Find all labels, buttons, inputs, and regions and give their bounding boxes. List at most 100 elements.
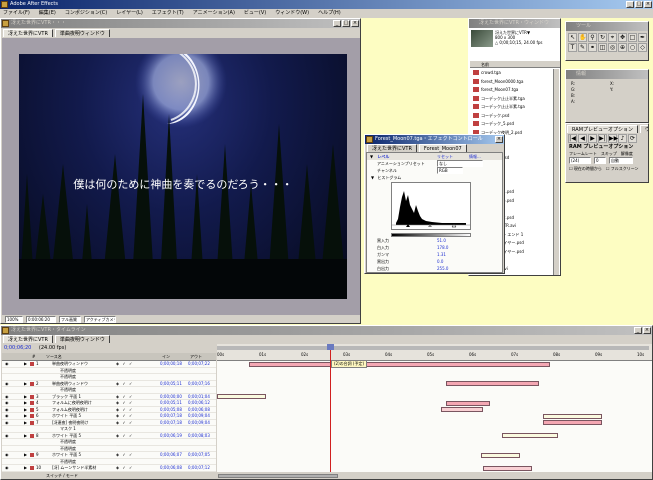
menu-effect[interactable]: エフェクト(T) — [152, 9, 184, 18]
label-color-swatch[interactable] — [30, 401, 34, 405]
layer-in-point[interactable]: 0;00;07;18 — [160, 413, 182, 419]
hand-tool-icon[interactable]: ✋ — [578, 33, 587, 42]
layer-name[interactable]: 単曲夜明ウィンドウ — [52, 381, 88, 387]
visibility-eye-icon[interactable]: ◉ — [5, 413, 9, 419]
visibility-eye-icon[interactable]: ◉ — [5, 452, 9, 458]
menu-file[interactable]: ファイル(F) — [3, 9, 30, 18]
layer-switches[interactable]: ◈ ✓ ✓ — [116, 420, 133, 426]
tab-comp-main[interactable]: 冴えた世界にVTR — [3, 29, 53, 37]
property-name[interactable]: マスク 1 — [60, 426, 76, 432]
expand-triangle-icon[interactable]: ▶ — [24, 413, 27, 419]
tab-effect-layer[interactable]: Forest_Moon07 — [418, 144, 467, 152]
layer-out-point[interactable]: 0;00;09;04 — [188, 420, 210, 426]
layer-in-point[interactable]: 0;00;07;18 — [160, 420, 182, 426]
layer-out-point[interactable]: 0;00;06;12 — [188, 400, 210, 406]
timeline-close-button[interactable]: × — [643, 327, 651, 334]
brush-tool-icon[interactable]: ✎ — [578, 43, 587, 52]
label-color-swatch[interactable] — [30, 394, 34, 399]
effect-close-button[interactable]: × — [495, 136, 503, 143]
track-tool-icon[interactable]: ⊕ — [618, 43, 627, 52]
rotate-tool-icon[interactable]: ↻ — [598, 33, 607, 42]
layer-out-point[interactable]: 0;00;01;04 — [188, 394, 210, 400]
levels-output-white-value[interactable]: 255.0 — [437, 265, 448, 272]
camera-tool-icon[interactable]: ⌖ — [608, 33, 617, 42]
switches-modes-toggle[interactable]: スイッチ / モード — [46, 472, 78, 479]
menu-help[interactable]: ヘルプ(H) — [318, 9, 341, 18]
layer-duration-bar[interactable] — [217, 394, 266, 399]
layer-switches[interactable]: ◈ ✓ ✓ — [116, 465, 133, 471]
levels-channel-dropdown[interactable]: RGB — [437, 167, 463, 174]
layer-out-point[interactable]: 0;00;06;08 — [188, 407, 210, 413]
label-color-swatch[interactable] — [30, 433, 34, 438]
visibility-eye-icon[interactable]: ◉ — [5, 394, 9, 400]
project-item[interactable]: コーデック止止半素.tga — [470, 95, 554, 102]
prev-frame-icon[interactable]: ◀ — [578, 134, 587, 143]
from-current-checkbox[interactable]: ☐ 現在の時間から — [569, 165, 602, 172]
maximize-button[interactable]: □ — [635, 1, 643, 8]
zoom-tool-icon[interactable]: ⚲ — [588, 33, 597, 42]
shape-tool-icon[interactable]: ○ — [628, 43, 637, 52]
timeline-zoom-slider[interactable] — [218, 474, 338, 478]
tab-timeline-window[interactable]: 単曲夜明ウィンドウ — [54, 335, 110, 343]
tab-effect-comp[interactable]: 冴えた世界にVTR — [367, 144, 417, 152]
label-color-swatch[interactable] — [30, 362, 34, 366]
layer-duration-bar[interactable] — [446, 400, 490, 406]
skip-input[interactable]: 0 — [594, 157, 606, 164]
comp-close-button[interactable]: × — [351, 20, 359, 27]
menu-layer[interactable]: レイヤー(L) — [116, 9, 143, 18]
visibility-eye-icon[interactable]: ◉ — [5, 400, 9, 406]
layer-name[interactable]: ホワイト 平面 5 — [52, 452, 81, 458]
property-name[interactable]: 不透明度 — [60, 446, 76, 452]
layer-duration-bar[interactable] — [542, 413, 602, 419]
layer-out-point[interactable]: 0;00;07;22 — [188, 361, 210, 367]
project-item[interactable]: コーデック止止半素.tga — [470, 103, 554, 110]
resolution-dropdown[interactable]: 自動 — [609, 157, 633, 164]
layer-switches[interactable]: ◈ ✓ ✓ — [116, 381, 133, 387]
tab-web-browser[interactable]: ウェブブラウザ — [639, 125, 648, 133]
next-frame-icon[interactable]: ▶| — [598, 134, 607, 143]
layer-duration-bar[interactable] — [441, 407, 483, 412]
effect-toggle-icon[interactable]: ▼ — [370, 154, 373, 159]
quality-dropdown[interactable]: フル画質 — [59, 316, 81, 323]
layer-duration-bar[interactable] — [542, 420, 602, 425]
expand-triangle-icon[interactable]: ▶ — [24, 420, 27, 426]
layer-out-point[interactable]: 0;00;07;05 — [188, 452, 210, 458]
layer-name[interactable]: [冴連夜] 夜明夜明け — [52, 420, 88, 426]
layer-name[interactable]: 単曲夜明ウィンドウ — [52, 361, 88, 367]
loop-icon[interactable]: ⟳ — [628, 134, 637, 143]
first-frame-icon[interactable]: |◀ — [568, 134, 577, 143]
layer-switches[interactable]: ◈ ✓ ✓ — [116, 394, 133, 400]
zoom-dropdown[interactable]: 100% — [5, 316, 23, 323]
timeline-ruler[interactable]: 00s 01s 02s 03s 04s 05s 06s 07s 08s 09s 10s — [217, 344, 652, 361]
layer-switches[interactable]: ◈ ✓ ✓ — [116, 433, 133, 439]
layer-name[interactable]: ホワイト 平面 5 — [52, 433, 81, 439]
audio-icon[interactable]: ♪ — [618, 134, 627, 143]
comp-timecode[interactable]: 0:00:06:20 — [26, 316, 56, 323]
pan-behind-tool-icon[interactable]: ✥ — [618, 33, 627, 42]
project-item[interactable]: コーデック.psd — [470, 112, 554, 119]
layer-switches[interactable]: ◈ ✓ ✓ — [116, 413, 133, 419]
orbit-tool-icon[interactable]: ◎ — [608, 43, 617, 52]
property-name[interactable]: 不透明度 — [60, 368, 76, 374]
property-name[interactable]: 不透明度 — [60, 459, 76, 465]
comp-minimize-button[interactable]: _ — [333, 20, 341, 27]
eraser-tool-icon[interactable]: ◫ — [598, 43, 607, 52]
layer-name[interactable]: ブラック 平面 1 — [52, 394, 81, 400]
label-color-swatch[interactable] — [30, 381, 34, 386]
layer-duration-bar[interactable] — [481, 452, 520, 458]
layer-row[interactable]: ◉ ▶ 10 [冴] ムーンサンド半素材 ◈ ✓ ✓ 0;00;06;08 0;00;07;… — [2, 465, 216, 472]
menu-view[interactable]: ビュー(V) — [244, 9, 266, 18]
layer-name[interactable]: フォルム夜明夜明け — [52, 407, 88, 413]
levels-about[interactable]: 情報... — [469, 153, 481, 160]
layer-out-point[interactable]: 0;00;08;03 — [188, 433, 210, 439]
project-scrollbar[interactable] — [553, 69, 559, 275]
header-source[interactable]: ソース名 — [46, 353, 62, 361]
levels-input-black-value[interactable]: 51.0 — [437, 237, 446, 244]
last-frame-icon[interactable]: ▶▶ — [608, 134, 618, 143]
fullscreen-checkbox[interactable]: ☐ フルスクリーン — [606, 165, 639, 172]
layer-in-point[interactable]: 0;00;05;08 — [160, 407, 182, 413]
visibility-eye-icon[interactable]: ◉ — [5, 361, 9, 367]
layer-switches[interactable]: ◈ ✓ ✓ — [116, 361, 133, 367]
expand-triangle-icon[interactable]: ▶ — [24, 381, 27, 387]
expand-triangle-icon[interactable]: ▶ — [24, 361, 27, 367]
